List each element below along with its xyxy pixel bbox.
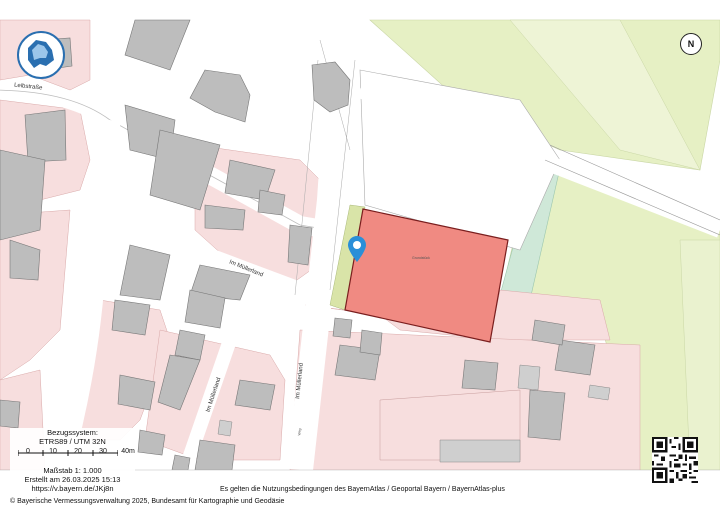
map-view[interactable]: Leibstraße Im Müllerland Im Müllerland I… xyxy=(0,0,720,530)
location-pin-icon[interactable] xyxy=(348,236,366,262)
north-arrow-icon: N xyxy=(680,33,702,55)
north-label: N xyxy=(687,39,695,49)
scale-tick: 20 xyxy=(74,448,82,455)
scale-tick: 30 xyxy=(99,448,107,455)
scale-panel: Bezugssystem: ETRS89 / UTM 32N 0 10 20 3… xyxy=(10,428,135,496)
scale-tick: 0 xyxy=(26,448,30,455)
scale-ratio: Maßstab 1: 1.000 xyxy=(43,466,102,475)
scale-tick: 10 xyxy=(49,448,57,455)
reference-system-label: Bezugssystem: xyxy=(47,428,98,437)
share-url[interactable]: https://v.bayern.de/JKj8n xyxy=(10,484,135,493)
copyright-text: © Bayerische Vermessungsverwaltung 2025,… xyxy=(10,498,285,505)
bavaria-logo-icon xyxy=(16,30,66,80)
parcel-label: Weg xyxy=(297,428,302,436)
scale-bar: 0 10 20 30 40m xyxy=(10,448,135,462)
scale-tick: 40m xyxy=(121,448,135,455)
reference-system: ETRS89 / UTM 32N xyxy=(39,437,106,446)
qr-code-icon[interactable] xyxy=(652,437,698,483)
terms-text: Es gelten die Nutzungsbedingungen des Ba… xyxy=(220,486,505,493)
created-date: Erstellt am 26.03.2025 15:13 xyxy=(24,475,121,484)
parcel-label: Grundstück xyxy=(412,256,430,260)
